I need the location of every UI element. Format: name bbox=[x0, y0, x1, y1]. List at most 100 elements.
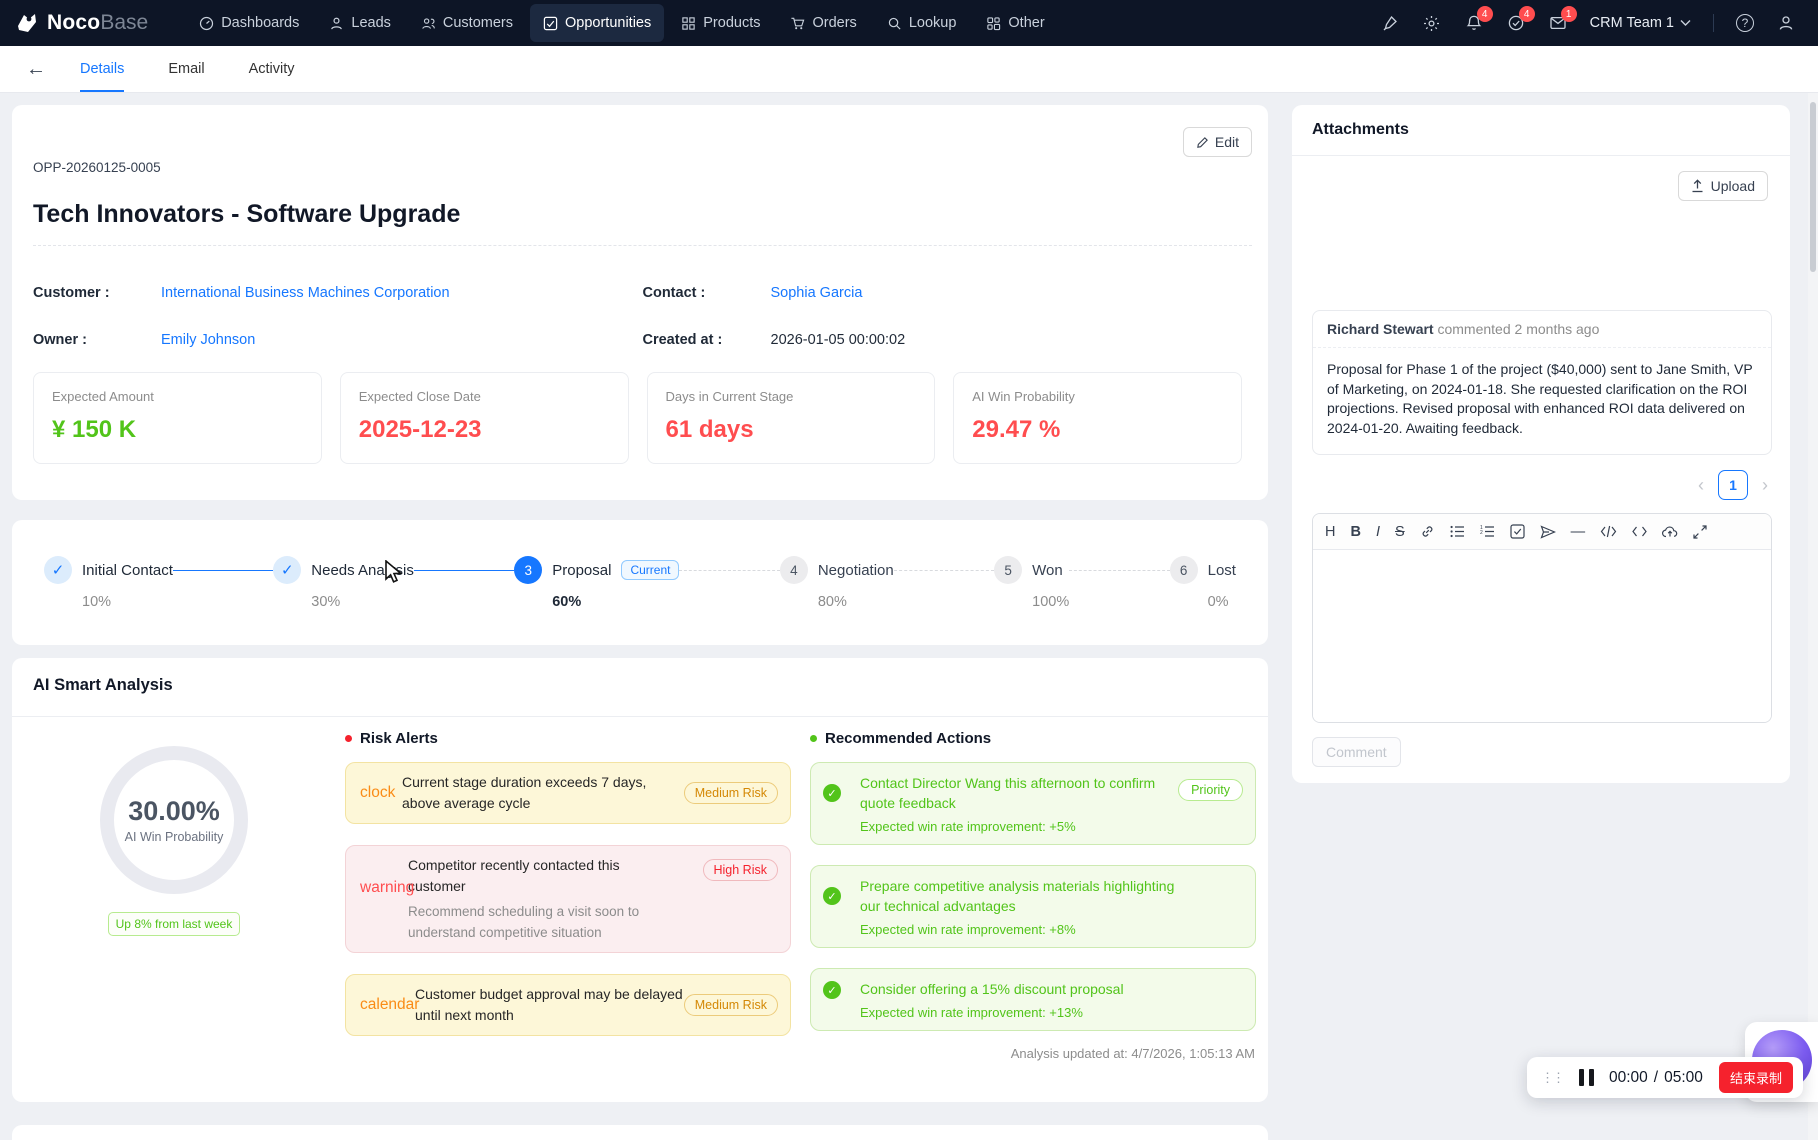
ai-analysis-title: AI Smart Analysis bbox=[33, 676, 173, 695]
upload-cloud-icon[interactable] bbox=[1662, 514, 1678, 549]
app-window: NocoBase Dashboards Leads Customers Oppo… bbox=[0, 0, 1818, 1140]
nav-item-dashboards[interactable]: Dashboards bbox=[186, 4, 312, 42]
opportunity-detail-card: Edit OPP-20260125-0005 Tech Innovators -… bbox=[12, 105, 1268, 500]
nocobase-logo[interactable]: NocoBase bbox=[14, 10, 148, 36]
approvals-clock-icon[interactable]: 4 bbox=[1506, 13, 1526, 33]
comment-submit-button[interactable]: Comment bbox=[1312, 737, 1401, 767]
field-label: Contact : bbox=[643, 285, 771, 301]
task-list-icon[interactable] bbox=[1510, 514, 1525, 549]
analysis-updated-timestamp: Analysis updated at: 4/7/2026, 1:05:13 A… bbox=[1011, 1046, 1255, 1061]
recommended-actions-header: Recommended Actions bbox=[810, 730, 991, 747]
screen-recorder-bar: ⋮⋮ 00:00 / 05:00 结束录制 bbox=[1527, 1057, 1803, 1098]
heading-icon[interactable]: H bbox=[1325, 514, 1335, 549]
gauge-icon bbox=[199, 16, 214, 31]
contact-link[interactable]: Sophia Garcia bbox=[771, 285, 863, 301]
strikethrough-icon[interactable]: S bbox=[1395, 514, 1405, 549]
stage-number: 4 bbox=[780, 556, 808, 584]
side-panel: Attachments Upload Richard Stewart comme… bbox=[1292, 105, 1790, 783]
field-label: Owner : bbox=[33, 332, 161, 348]
stop-recording-button[interactable]: 结束录制 bbox=[1719, 1062, 1793, 1093]
tab-email[interactable]: Email bbox=[168, 46, 204, 92]
stage-label: Proposal bbox=[552, 562, 611, 579]
person-icon bbox=[329, 16, 344, 31]
action-item: ✓ Consider offering a 15% discount propo… bbox=[810, 968, 1256, 1031]
user-icon[interactable] bbox=[1776, 13, 1796, 33]
bullet-list-icon[interactable] bbox=[1450, 514, 1465, 549]
cart-icon bbox=[790, 16, 805, 31]
scrollbar-thumb[interactable] bbox=[1810, 102, 1816, 272]
nav-item-other[interactable]: Other bbox=[973, 4, 1057, 42]
risk-alert-text: Competitor recently contacted this custo… bbox=[408, 855, 658, 897]
nav-item-lookup[interactable]: Lookup bbox=[874, 4, 970, 42]
stage-lost[interactable]: 6 Lost 0% bbox=[1170, 556, 1236, 610]
page-number-button[interactable]: 1 bbox=[1718, 470, 1748, 500]
next-page-icon[interactable]: › bbox=[1762, 475, 1768, 496]
owner-link[interactable]: Emily Johnson bbox=[161, 332, 255, 348]
action-note: Expected win rate improvement: +8% bbox=[860, 922, 1241, 937]
help-icon[interactable]: ? bbox=[1736, 14, 1754, 32]
stage-initial-contact[interactable]: ✓ Initial Contact 10% bbox=[44, 556, 173, 610]
notifications-bell-icon[interactable]: 4 bbox=[1464, 13, 1484, 33]
nav-label: Orders bbox=[812, 15, 856, 31]
action-text: Prepare competitive analysis materials h… bbox=[860, 876, 1190, 916]
pause-icon[interactable] bbox=[1579, 1069, 1594, 1086]
stage-proposal[interactable]: 3 Proposal Current 60% bbox=[514, 556, 679, 610]
metric-label: Expected Close Date bbox=[359, 389, 610, 404]
drag-handle-icon[interactable]: ⋮⋮ bbox=[1541, 1070, 1563, 1086]
field-label: Customer : bbox=[33, 285, 161, 301]
risk-level-badge: High Risk bbox=[703, 859, 779, 881]
nav-item-orders[interactable]: Orders bbox=[777, 4, 869, 42]
risk-alerts-title: Risk Alerts bbox=[360, 730, 438, 747]
tab-activity[interactable]: Activity bbox=[249, 46, 295, 92]
tab-details[interactable]: Details bbox=[80, 46, 124, 92]
action-item: ✓ Prepare competitive analysis materials… bbox=[810, 865, 1256, 948]
bold-icon[interactable]: B bbox=[1350, 514, 1360, 549]
action-note: Expected win rate improvement: +5% bbox=[860, 819, 1241, 834]
comment-input[interactable] bbox=[1313, 550, 1771, 723]
risk-alert-text: Customer budget approval may be delayed … bbox=[415, 984, 683, 1026]
upload-button[interactable]: Upload bbox=[1678, 171, 1768, 201]
stage-negotiation[interactable]: 4 Negotiation 80% bbox=[780, 556, 894, 610]
italic-icon[interactable]: I bbox=[1376, 514, 1380, 549]
edit-button[interactable]: Edit bbox=[1183, 127, 1252, 157]
link-icon[interactable] bbox=[1420, 514, 1435, 549]
stage-check-icon: ✓ bbox=[44, 556, 72, 584]
numbered-list-icon[interactable]: 12 bbox=[1480, 514, 1495, 549]
field-row: Customer : International Business Machin… bbox=[33, 285, 1252, 301]
editor-toolbar: H B I S 12 — bbox=[1313, 514, 1771, 550]
mail-badge: 1 bbox=[1561, 6, 1577, 22]
metric-label: Expected Amount bbox=[52, 389, 303, 404]
send-icon[interactable] bbox=[1540, 514, 1556, 549]
time-separator: / bbox=[1654, 1069, 1658, 1087]
stage-won[interactable]: 5 Won 100% bbox=[994, 556, 1069, 610]
recording-time: 00:00 / 05:00 bbox=[1609, 1069, 1703, 1087]
risk-alerts-header: Risk Alerts bbox=[345, 730, 438, 747]
risk-alert-desc: Recommend scheduling a visit soon to und… bbox=[408, 901, 698, 943]
code-block-icon[interactable] bbox=[1600, 514, 1617, 549]
inline-code-icon[interactable] bbox=[1632, 514, 1647, 549]
page-scrollbar[interactable] bbox=[1808, 46, 1818, 1140]
fullscreen-icon[interactable] bbox=[1693, 514, 1707, 549]
nav-item-products[interactable]: Products bbox=[668, 4, 773, 42]
pipeline-card: ✓ Initial Contact 10% ✓ Needs Analysis 3… bbox=[12, 520, 1268, 645]
stage-percent: 10% bbox=[82, 594, 173, 610]
horizontal-rule-icon[interactable]: — bbox=[1571, 514, 1586, 549]
customer-link[interactable]: International Business Machines Corporat… bbox=[161, 285, 450, 301]
mail-icon[interactable]: 1 bbox=[1548, 13, 1568, 33]
highlighter-icon[interactable] bbox=[1380, 13, 1400, 33]
back-button[interactable]: ← bbox=[26, 58, 46, 81]
pipeline-stages: ✓ Initial Contact 10% ✓ Needs Analysis 3… bbox=[12, 520, 1268, 610]
stage-connector bbox=[679, 570, 779, 571]
nav-item-customers[interactable]: Customers bbox=[408, 4, 526, 42]
recommended-actions-title: Recommended Actions bbox=[825, 730, 991, 747]
nav-item-opportunities[interactable]: Opportunities bbox=[530, 4, 664, 42]
team-selector[interactable]: CRM Team 1 bbox=[1590, 15, 1691, 31]
metric-win-probability: AI Win Probability 29.47 % bbox=[953, 372, 1242, 464]
upload-label: Upload bbox=[1711, 178, 1755, 194]
nav-label: Customers bbox=[443, 15, 513, 31]
metric-cards: Expected Amount ¥ 150 K Expected Close D… bbox=[33, 372, 1242, 464]
action-text: Contact Director Wang this afternoon to … bbox=[860, 773, 1190, 813]
settings-gear-icon[interactable] bbox=[1422, 13, 1442, 33]
prev-page-icon[interactable]: ‹ bbox=[1698, 475, 1704, 496]
nav-item-leads[interactable]: Leads bbox=[316, 4, 404, 42]
